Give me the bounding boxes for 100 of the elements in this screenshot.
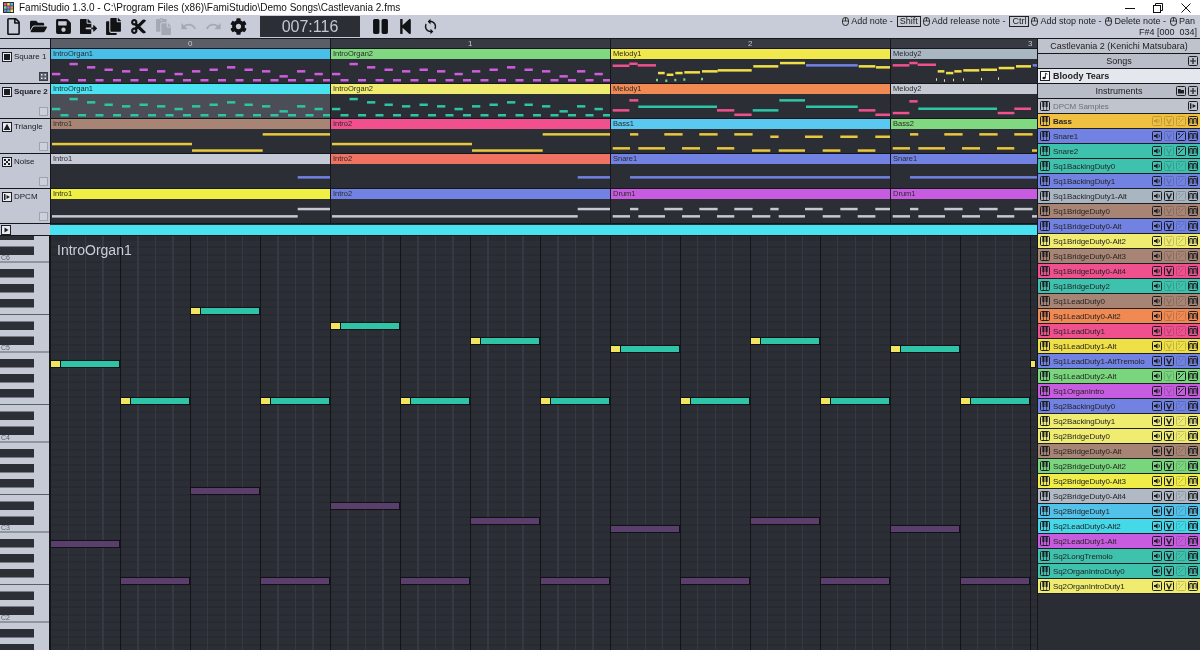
instrument-item[interactable]: Sq2OrganIntroDuty0 xyxy=(1038,564,1200,579)
speaker-icon[interactable] xyxy=(1152,236,1162,246)
square-wave-icon[interactable] xyxy=(1188,581,1198,591)
piano-keys-icon xyxy=(1040,386,1050,396)
instrument-item[interactable]: Sq2LongTremolo xyxy=(1038,549,1200,564)
instrument-item[interactable]: Sq2BridgeDuty0 xyxy=(1038,429,1200,444)
instrument-item[interactable]: Snare2 xyxy=(1038,144,1200,159)
speaker-icon[interactable] xyxy=(1152,476,1162,486)
chevron-icon[interactable] xyxy=(1164,461,1174,471)
square-wave-icon[interactable] xyxy=(1188,566,1198,576)
chevron-icon[interactable] xyxy=(1164,506,1174,516)
instrument-item[interactable]: Sq1LeadDuty2-Alt xyxy=(1038,369,1200,384)
speaker-icon[interactable] xyxy=(1152,461,1162,471)
track-name[interactable]: Square 2 xyxy=(14,87,48,97)
chevron-icon[interactable] xyxy=(1164,491,1174,501)
square-wave-icon[interactable] xyxy=(1188,506,1198,516)
instrument-item[interactable]: Sq1BridgeDuty0-Alt2 xyxy=(1038,234,1200,249)
add-icon[interactable] xyxy=(1188,56,1198,66)
square-wave-icon[interactable] xyxy=(1188,551,1198,561)
square-wave-icon[interactable] xyxy=(1188,311,1198,321)
song-item[interactable]: Bloody Tears xyxy=(1038,69,1200,84)
instrument-item[interactable]: Sq1BackingDuty0 xyxy=(1038,159,1200,174)
piano-keys-icon xyxy=(1040,566,1050,576)
note-bar xyxy=(260,577,330,585)
instrument-item[interactable]: Sq2BridgeDuty0-Alt3 xyxy=(1038,474,1200,489)
square-wave-icon[interactable] xyxy=(1188,491,1198,501)
folder-icon[interactable] xyxy=(1176,86,1186,96)
diagonal-line-icon[interactable] xyxy=(1176,131,1186,141)
play-icon[interactable] xyxy=(1,224,11,235)
instrument-item[interactable]: Sq2LeadDuty0-Alt2 xyxy=(1038,519,1200,534)
square-wave-icon[interactable] xyxy=(1188,281,1198,291)
grid-logo-icon xyxy=(3,2,14,13)
speaker-icon[interactable] xyxy=(1152,311,1162,321)
square-wave-icon[interactable] xyxy=(1188,431,1198,441)
chevron-icon[interactable] xyxy=(1164,581,1174,591)
track-name[interactable]: Noise xyxy=(14,157,35,167)
instrument-item[interactable]: Sq2BackingDuty1 xyxy=(1038,414,1200,429)
instrument-item[interactable]: Sq1BackingDuty1-Alt xyxy=(1038,189,1200,204)
speaker-icon[interactable] xyxy=(1152,191,1162,201)
square-wave-icon[interactable] xyxy=(1188,461,1198,471)
square-wave-icon[interactable] xyxy=(1188,416,1198,426)
speaker-icon[interactable] xyxy=(1152,521,1162,531)
track-name[interactable]: Triangle xyxy=(14,122,43,132)
chevron-icon[interactable] xyxy=(1164,551,1174,561)
square-wave-icon[interactable] xyxy=(1188,341,1198,351)
chevron-icon[interactable] xyxy=(1164,476,1174,486)
piano-keys-icon xyxy=(1040,161,1050,171)
speaker-icon[interactable] xyxy=(1152,506,1162,516)
chevron-icon[interactable] xyxy=(1164,521,1174,531)
piano-keys-icon xyxy=(1040,431,1050,441)
add-icon[interactable] xyxy=(1188,86,1198,96)
speaker-icon[interactable] xyxy=(1152,416,1162,426)
chevron-icon[interactable] xyxy=(1164,416,1174,426)
diagonal-line-icon[interactable] xyxy=(1176,386,1186,396)
instrument-item[interactable]: Sq1LeadDuty0-Alt2 xyxy=(1038,309,1200,324)
diagonal-line-icon[interactable] xyxy=(1176,371,1186,381)
bar-arrow-icon[interactable] xyxy=(1188,101,1198,111)
piano-keys-icon xyxy=(1040,131,1050,141)
hint-text: Add stop note - xyxy=(1040,15,1102,27)
speaker-icon[interactable] xyxy=(1152,566,1162,576)
square-wave-icon[interactable] xyxy=(1188,371,1198,381)
diagonal-line-icon[interactable] xyxy=(1176,146,1186,156)
track-name[interactable]: Square 1 xyxy=(14,52,47,62)
chevron-icon[interactable] xyxy=(1164,431,1174,441)
piano-keys-icon xyxy=(1040,446,1050,456)
copy-icon xyxy=(105,18,122,35)
instrument-item[interactable]: Sq1LeadDuty1-Alt xyxy=(1038,339,1200,354)
instrument-item[interactable]: Bass xyxy=(1038,114,1200,129)
instrument-item[interactable]: Sq1BridgeDuty2 xyxy=(1038,279,1200,294)
instrument-item[interactable]: Sq2OrganIntroDuty1 xyxy=(1038,579,1200,594)
chevron-icon[interactable] xyxy=(1164,191,1174,201)
speaker-icon[interactable] xyxy=(1152,581,1162,591)
square-wave-icon[interactable] xyxy=(1188,161,1198,171)
square-wave-icon[interactable] xyxy=(1188,476,1198,486)
instrument-item[interactable]: Snare1 xyxy=(1038,129,1200,144)
speaker-icon[interactable] xyxy=(1152,491,1162,501)
instrument-item[interactable]: Sq1OrganIntro xyxy=(1038,384,1200,399)
square-wave-icon[interactable] xyxy=(1188,521,1198,531)
speaker-icon[interactable] xyxy=(1152,551,1162,561)
note-bar xyxy=(890,524,960,533)
instrument-item[interactable]: Sq2BridgeDuty0-Alt4 xyxy=(1038,489,1200,504)
speaker-icon[interactable] xyxy=(1152,146,1162,156)
square-wave-icon[interactable] xyxy=(1188,236,1198,246)
speaker-icon[interactable] xyxy=(1152,161,1162,171)
instrument-item[interactable]: Sq2BridgeDuty1 xyxy=(1038,504,1200,519)
speaker-icon[interactable] xyxy=(1152,431,1162,441)
note-bar xyxy=(610,344,680,353)
square-wave-icon[interactable] xyxy=(1188,116,1198,126)
speaker-icon[interactable] xyxy=(1152,281,1162,291)
piano-keys-icon xyxy=(1040,266,1050,276)
note-bar xyxy=(260,397,330,405)
track-name[interactable]: DPCM xyxy=(14,192,38,202)
speaker-icon[interactable] xyxy=(1152,371,1162,381)
speaker-icon[interactable] xyxy=(1152,341,1162,351)
column-number: 2 xyxy=(610,39,890,48)
square-wave-icon[interactable] xyxy=(1188,146,1198,156)
instrument-item[interactable]: Sq2BridgeDuty0-Alt2 xyxy=(1038,459,1200,474)
toggle-square-icon[interactable] xyxy=(39,72,48,81)
chevron-icon[interactable] xyxy=(1164,566,1174,576)
square-wave-icon[interactable] xyxy=(1188,191,1198,201)
